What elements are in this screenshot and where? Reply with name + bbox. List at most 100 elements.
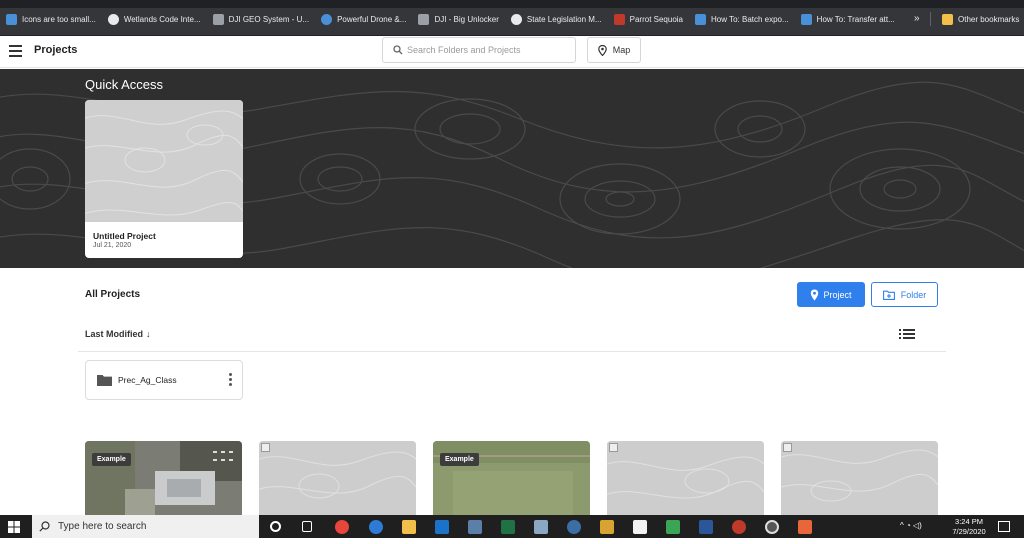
windows-start-icon[interactable] (8, 521, 20, 533)
recorder-icon[interactable] (765, 520, 779, 534)
calculator-icon[interactable] (468, 520, 482, 534)
new-project-button[interactable]: Project (797, 282, 865, 307)
new-folder-label: Folder (900, 289, 927, 300)
map-button[interactable]: Map (587, 37, 641, 63)
more-bookmarks-button[interactable]: » (914, 10, 920, 28)
other-bookmarks-label: Other bookmarks (958, 14, 1020, 24)
bookmark-favicon (800, 13, 812, 25)
bookmark-item[interactable]: State Legislation M... (505, 10, 608, 28)
topo-placeholder-image (259, 441, 416, 515)
cortana-icon[interactable] (270, 521, 281, 532)
bookmark-favicon (695, 13, 706, 25)
drone-icon (212, 13, 224, 25)
system-tray-icons[interactable]: ^ ◔ ◁) (900, 521, 922, 544)
sort-direction-icon: ↓ (146, 329, 151, 339)
bookmark-label: Parrot Sequoia (629, 14, 683, 24)
search-icon (39, 521, 50, 532)
file-explorer-icon[interactable] (402, 520, 416, 534)
outlook-icon[interactable] (435, 520, 449, 534)
list-view-icon[interactable] (899, 329, 915, 339)
clock-time: 3:24 PM (955, 517, 983, 526)
taskbar-search-placeholder: Type here to search (58, 521, 147, 532)
bookmark-item[interactable]: Icons are too small... (0, 10, 102, 28)
notifications-icon[interactable] (998, 521, 1010, 532)
add-folder-icon (882, 290, 895, 300)
bookmark-label: Powerful Drone &... (337, 14, 407, 24)
other-bookmarks[interactable]: Other bookmarks (936, 10, 1024, 28)
bookmark-item[interactable]: How To: Transfer att... (795, 10, 901, 28)
sort-label: Last Modified (85, 329, 143, 339)
app-icon[interactable] (600, 520, 614, 534)
page-title: Projects (34, 44, 78, 56)
camtasia-recorder-icon[interactable] (798, 520, 812, 534)
word-icon[interactable] (699, 520, 713, 534)
search-input[interactable] (407, 41, 567, 59)
bookmark-label: How To: Transfer att... (816, 14, 895, 24)
clock-date: 7/29/2020 (952, 527, 986, 536)
topo-placeholder-image (85, 110, 243, 216)
project-name: Untitled Project (93, 231, 156, 241)
bookmark-item[interactable]: Wetlands Code Inte... (102, 10, 207, 28)
folder-card[interactable]: Prec_Ag_Class (85, 360, 243, 400)
drone-icon (418, 13, 430, 25)
bookmark-separator (930, 12, 931, 26)
bookmark-favicon (6, 13, 17, 25)
bookmark-item[interactable]: DJI - Big Unlocker (412, 10, 504, 28)
bookmark-item[interactable]: Powerful Drone &... (315, 10, 412, 28)
globe-icon (510, 13, 522, 25)
project-date: Jul 21, 2020 (93, 242, 132, 249)
magnifier-icon[interactable] (567, 520, 581, 534)
new-folder-button[interactable]: Folder (871, 282, 938, 307)
example-badge: Example (92, 453, 131, 466)
camtasia-icon[interactable] (666, 520, 680, 534)
app-icon[interactable] (534, 520, 548, 534)
taskbar-search[interactable]: Type here to search (32, 515, 259, 538)
quick-access-project-card[interactable]: Untitled Project Jul 21, 2020 (85, 100, 243, 258)
bookmark-label: How To: Batch expo... (711, 14, 789, 24)
section-divider (78, 351, 946, 352)
search-icon (393, 45, 403, 55)
chrome-icon[interactable] (335, 520, 349, 534)
bookmark-label: Icons are too small... (22, 14, 96, 24)
bookmark-item[interactable]: DJI GEO System - U... (207, 10, 315, 28)
project-card[interactable]: Example (433, 441, 590, 515)
browser-tab-strip (0, 0, 1024, 8)
sort-control[interactable]: Last Modified ↓ (85, 329, 151, 339)
notepad-icon[interactable] (633, 520, 647, 534)
bookmark-label: Wetlands Code Inte... (123, 14, 201, 24)
project-card[interactable]: Example (85, 441, 242, 515)
more-options-icon[interactable] (229, 373, 233, 387)
bookmarks-bar: Icons are too small... Wetlands Code Inte… (0, 0, 1024, 36)
search-box[interactable] (382, 37, 576, 63)
folder-icon (942, 13, 953, 25)
bookmark-label: DJI - Big Unlocker (434, 14, 499, 24)
project-card[interactable] (781, 441, 938, 515)
bookmark-list: Icons are too small... Wetlands Code Inte… (0, 10, 1024, 28)
excel-icon[interactable] (501, 520, 515, 534)
bookmark-item[interactable]: How To: Batch expo... (689, 10, 795, 28)
broken-image-icon (609, 443, 618, 452)
parrot-icon (613, 13, 625, 25)
quick-access-title: Quick Access (85, 77, 164, 92)
taskbar-clock[interactable]: 3:24 PM 7/29/2020 (946, 517, 992, 537)
folder-name: Prec_Ag_Class (118, 375, 177, 385)
app-header: Projects Map (0, 36, 1024, 68)
drone-circle-icon (321, 13, 333, 25)
project-card[interactable] (259, 441, 416, 515)
bookmark-item[interactable]: Parrot Sequoia (608, 10, 689, 28)
project-card[interactable] (607, 441, 764, 515)
all-projects-heading: All Projects (85, 289, 141, 300)
map-pin-icon (597, 44, 607, 56)
edge-icon[interactable] (369, 520, 383, 534)
project-thumbnail (85, 100, 243, 222)
app-icon[interactable] (732, 520, 746, 534)
task-view-icon[interactable] (302, 521, 312, 532)
quick-access-banner: Quick Access Untitled Project Jul 21, 20… (0, 69, 1024, 268)
menu-icon[interactable] (9, 45, 22, 57)
broken-image-icon (783, 443, 792, 452)
topo-placeholder-image (607, 441, 764, 515)
broken-image-icon (261, 443, 270, 452)
map-button-label: Map (612, 45, 631, 55)
globe-icon (107, 13, 119, 25)
topo-placeholder-image (781, 441, 938, 515)
